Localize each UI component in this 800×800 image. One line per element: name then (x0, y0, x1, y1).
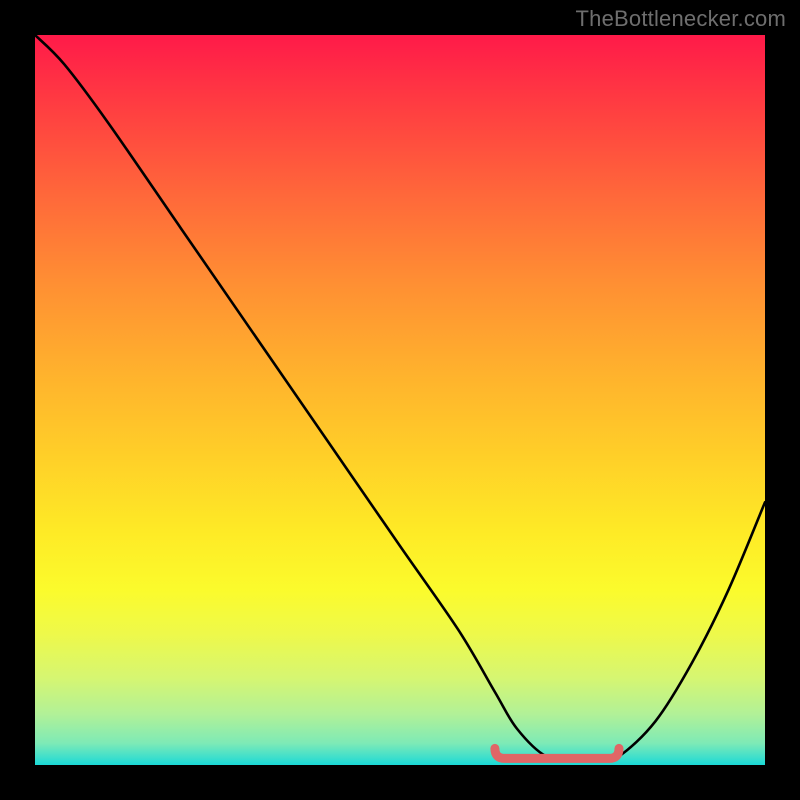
branding-label: TheBottlenecker.com (576, 6, 786, 32)
bottleneck-curve (35, 35, 765, 765)
plot-area (35, 35, 765, 765)
chart-frame: TheBottlenecker.com (0, 0, 800, 800)
curve-path (35, 35, 765, 761)
flat-marker (495, 748, 619, 758)
